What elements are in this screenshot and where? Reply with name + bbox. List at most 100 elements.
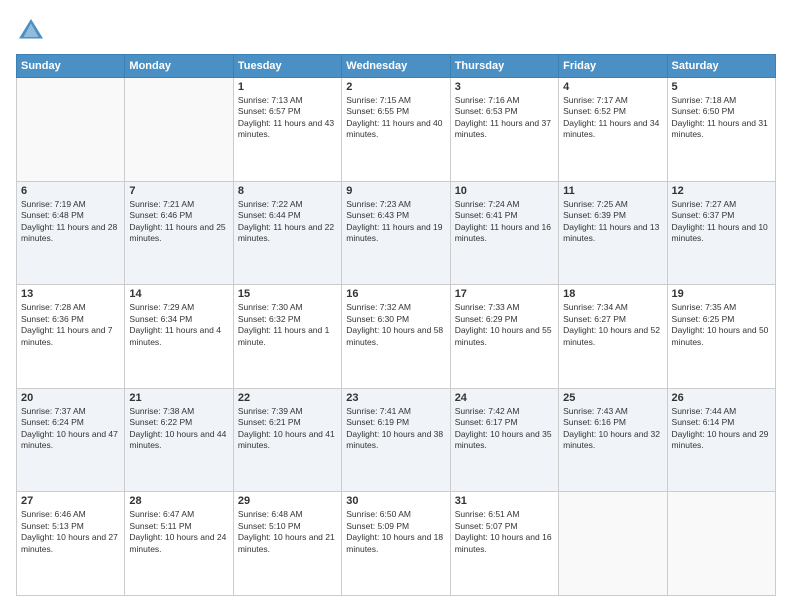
day-info: Sunrise: 7:37 AMSunset: 6:24 PMDaylight:…: [21, 406, 120, 452]
calendar-cell: 22 Sunrise: 7:39 AMSunset: 6:21 PMDayligh…: [233, 388, 341, 492]
day-number: 14: [129, 288, 228, 300]
calendar-cell: 16Sunrise: 7:32 AMSunset: 6:30 PMDayligh…: [342, 285, 450, 389]
calendar-cell: 6 Sunrise: 7:19 AMSunset: 6:48 PMDaylight…: [17, 181, 125, 285]
day-number: 25: [563, 392, 662, 404]
calendar-cell: 20 Sunrise: 7:37 AMSunset: 6:24 PMDayligh…: [17, 388, 125, 492]
calendar-cell: 10 Sunrise: 7:24 AMSunset: 6:41 PMDayligh…: [450, 181, 558, 285]
day-info: Sunrise: 7:18 AMSunset: 6:50 PMDaylight:…: [672, 95, 771, 141]
calendar-cell: 31 Sunrise: 6:51 AMSunset: 5:07 PMDayligh…: [450, 492, 558, 596]
day-header-wednesday: Wednesday: [342, 55, 450, 78]
calendar-cell: [17, 78, 125, 182]
calendar-cell: 5 Sunrise: 7:18 AMSunset: 6:50 PMDaylight…: [667, 78, 775, 182]
day-info: Sunrise: 7:35 AMSunset: 6:25 PMDaylight:…: [672, 302, 771, 348]
logo: [16, 16, 50, 46]
calendar-cell: 28 Sunrise: 6:47 AMSunset: 5:11 PMDayligh…: [125, 492, 233, 596]
calendar-cell: 1 Sunrise: 7:13 AMSunset: 6:57 PMDaylight…: [233, 78, 341, 182]
calendar-table: SundayMondayTuesdayWednesdayThursdayFrid…: [16, 54, 776, 596]
day-header-friday: Friday: [559, 55, 667, 78]
logo-icon: [16, 16, 46, 46]
calendar-cell: 8Sunrise: 7:22 AMSunset: 6:44 PMDaylight…: [233, 181, 341, 285]
day-info: Sunrise: 7:22 AMSunset: 6:44 PMDaylight:…: [238, 199, 337, 245]
calendar-cell: 25 Sunrise: 7:43 AMSunset: 6:16 PMDayligh…: [559, 388, 667, 492]
day-info: Sunrise: 7:41 AMSunset: 6:19 PMDaylight:…: [346, 406, 445, 452]
calendar-cell: 7 Sunrise: 7:21 AMSunset: 6:46 PMDaylight…: [125, 181, 233, 285]
calendar-cell: 27 Sunrise: 6:46 AMSunset: 5:13 PMDayligh…: [17, 492, 125, 596]
day-number: 13: [21, 288, 120, 300]
day-number: 18: [563, 288, 662, 300]
day-number: 24: [455, 392, 554, 404]
day-info: Sunrise: 7:27 AMSunset: 6:37 PMDaylight:…: [672, 199, 771, 245]
day-number: 3: [455, 81, 554, 93]
day-number: 20: [21, 392, 120, 404]
day-info: Sunrise: 6:50 AMSunset: 5:09 PMDaylight:…: [346, 509, 445, 555]
day-header-saturday: Saturday: [667, 55, 775, 78]
day-info: Sunrise: 6:47 AMSunset: 5:11 PMDaylight:…: [129, 509, 228, 555]
calendar-cell: [125, 78, 233, 182]
day-info: Sunrise: 6:51 AMSunset: 5:07 PMDaylight:…: [455, 509, 554, 555]
day-number: 12: [672, 185, 771, 197]
day-info: Sunrise: 7:33 AMSunset: 6:29 PMDaylight:…: [455, 302, 554, 348]
day-number: 27: [21, 495, 120, 507]
calendar-week-row: 1 Sunrise: 7:13 AMSunset: 6:57 PMDaylight…: [17, 78, 776, 182]
calendar-cell: 4 Sunrise: 7:17 AMSunset: 6:52 PMDaylight…: [559, 78, 667, 182]
calendar-cell: 13 Sunrise: 7:28 AMSunset: 6:36 PMDayligh…: [17, 285, 125, 389]
calendar-cell: 30 Sunrise: 6:50 AMSunset: 5:09 PMDayligh…: [342, 492, 450, 596]
calendar-cell: 12 Sunrise: 7:27 AMSunset: 6:37 PMDayligh…: [667, 181, 775, 285]
day-number: 6: [21, 185, 120, 197]
day-number: 29: [238, 495, 337, 507]
calendar-cell: 19 Sunrise: 7:35 AMSunset: 6:25 PMDayligh…: [667, 285, 775, 389]
day-number: 22: [238, 392, 337, 404]
day-info: Sunrise: 7:21 AMSunset: 6:46 PMDaylight:…: [129, 199, 228, 245]
day-info: Sunrise: 7:24 AMSunset: 6:41 PMDaylight:…: [455, 199, 554, 245]
day-info: Sunrise: 7:42 AMSunset: 6:17 PMDaylight:…: [455, 406, 554, 452]
day-header-tuesday: Tuesday: [233, 55, 341, 78]
calendar-cell: 9Sunrise: 7:23 AMSunset: 6:43 PMDaylight…: [342, 181, 450, 285]
day-info: Sunrise: 7:39 AMSunset: 6:21 PMDaylight:…: [238, 406, 337, 452]
day-number: 15: [238, 288, 337, 300]
day-info: Sunrise: 7:13 AMSunset: 6:57 PMDaylight:…: [238, 95, 337, 141]
page: SundayMondayTuesdayWednesdayThursdayFrid…: [0, 0, 792, 612]
calendar-cell: 17 Sunrise: 7:33 AMSunset: 6:29 PMDayligh…: [450, 285, 558, 389]
calendar-cell: 26 Sunrise: 7:44 AMSunset: 6:14 PMDayligh…: [667, 388, 775, 492]
calendar-week-row: 27 Sunrise: 6:46 AMSunset: 5:13 PMDayligh…: [17, 492, 776, 596]
header: [16, 16, 776, 46]
calendar-cell: 21Sunrise: 7:38 AMSunset: 6:22 PMDayligh…: [125, 388, 233, 492]
day-number: 4: [563, 81, 662, 93]
day-header-sunday: Sunday: [17, 55, 125, 78]
calendar-week-row: 6 Sunrise: 7:19 AMSunset: 6:48 PMDaylight…: [17, 181, 776, 285]
calendar-header-row: SundayMondayTuesdayWednesdayThursdayFrid…: [17, 55, 776, 78]
day-number: 1: [238, 81, 337, 93]
day-info: Sunrise: 7:15 AMSunset: 6:55 PMDaylight:…: [346, 95, 445, 141]
day-info: Sunrise: 7:19 AMSunset: 6:48 PMDaylight:…: [21, 199, 120, 245]
day-info: Sunrise: 7:29 AMSunset: 6:34 PMDaylight:…: [129, 302, 228, 348]
day-info: Sunrise: 6:48 AMSunset: 5:10 PMDaylight:…: [238, 509, 337, 555]
day-number: 5: [672, 81, 771, 93]
day-number: 17: [455, 288, 554, 300]
day-number: 10: [455, 185, 554, 197]
day-number: 30: [346, 495, 445, 507]
day-number: 21: [129, 392, 228, 404]
day-number: 28: [129, 495, 228, 507]
day-info: Sunrise: 7:30 AMSunset: 6:32 PMDaylight:…: [238, 302, 337, 348]
calendar-cell: 15 Sunrise: 7:30 AMSunset: 6:32 PMDayligh…: [233, 285, 341, 389]
day-number: 19: [672, 288, 771, 300]
day-number: 31: [455, 495, 554, 507]
day-info: Sunrise: 7:34 AMSunset: 6:27 PMDaylight:…: [563, 302, 662, 348]
calendar-cell: 3 Sunrise: 7:16 AMSunset: 6:53 PMDaylight…: [450, 78, 558, 182]
calendar-cell: 24 Sunrise: 7:42 AMSunset: 6:17 PMDayligh…: [450, 388, 558, 492]
day-info: Sunrise: 7:43 AMSunset: 6:16 PMDaylight:…: [563, 406, 662, 452]
day-info: Sunrise: 6:46 AMSunset: 5:13 PMDaylight:…: [21, 509, 120, 555]
calendar-week-row: 20 Sunrise: 7:37 AMSunset: 6:24 PMDayligh…: [17, 388, 776, 492]
day-number: 26: [672, 392, 771, 404]
calendar-week-row: 13 Sunrise: 7:28 AMSunset: 6:36 PMDayligh…: [17, 285, 776, 389]
day-number: 23: [346, 392, 445, 404]
calendar-cell: 23 Sunrise: 7:41 AMSunset: 6:19 PMDayligh…: [342, 388, 450, 492]
day-info: Sunrise: 7:28 AMSunset: 6:36 PMDaylight:…: [21, 302, 120, 348]
day-number: 7: [129, 185, 228, 197]
day-number: 2: [346, 81, 445, 93]
day-info: Sunrise: 7:17 AMSunset: 6:52 PMDaylight:…: [563, 95, 662, 141]
day-info: Sunrise: 7:23 AMSunset: 6:43 PMDaylight:…: [346, 199, 445, 245]
calendar-cell: [667, 492, 775, 596]
day-info: Sunrise: 7:44 AMSunset: 6:14 PMDaylight:…: [672, 406, 771, 452]
day-info: Sunrise: 7:16 AMSunset: 6:53 PMDaylight:…: [455, 95, 554, 141]
